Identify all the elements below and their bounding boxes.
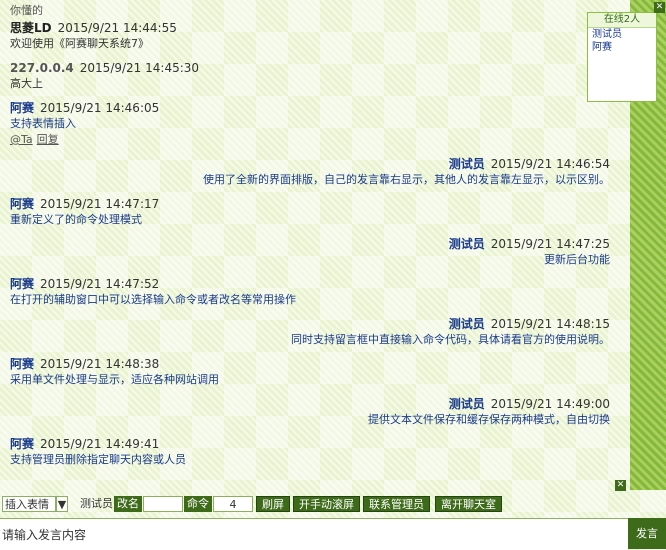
sender-name[interactable]: 测试员 bbox=[449, 157, 485, 171]
sender-name[interactable]: 阿赛 bbox=[10, 101, 34, 115]
message-time: 2015/9/21 14:48:15 bbox=[490, 317, 610, 331]
message-actions: @Ta 回复 bbox=[10, 132, 620, 148]
leave-room-button[interactable]: 离开聊天室 bbox=[435, 496, 502, 512]
send-button[interactable]: 发言 bbox=[628, 518, 666, 549]
message-text: 欢迎使用《阿赛聊天系统7》 bbox=[10, 37, 149, 50]
rename-input[interactable] bbox=[143, 496, 183, 512]
command-label: 命令 bbox=[184, 496, 212, 512]
message-time: 2015/9/21 14:47:25 bbox=[490, 237, 610, 251]
message-text: 采用单文件处理与显示，适应各种网站调用 bbox=[10, 373, 219, 386]
message-header: 阿赛 2015/9/21 14:47:17 bbox=[10, 196, 620, 212]
close-icon[interactable]: ✕ bbox=[615, 480, 626, 491]
chat-message: 227.0.0.4 2015/9/21 14:45:30 高大上 bbox=[0, 58, 630, 98]
chat-message: 测试员 2015/9/21 14:48:15 同时支持留言框中直接输入命令代码，具体… bbox=[0, 314, 630, 354]
rename-label: 改名 bbox=[114, 496, 142, 512]
message-header: 测试员 2015/9/21 14:48:15 bbox=[10, 316, 610, 332]
contact-admin-button[interactable]: 联系管理员 bbox=[363, 496, 430, 512]
sender-name[interactable]: 测试员 bbox=[449, 237, 485, 251]
message-header: 思菱LD 2015/9/21 14:44:55 bbox=[10, 20, 620, 36]
chat-message: 阿赛 2015/9/21 14:46:05 支持表情插入 @Ta 回复 bbox=[0, 98, 630, 154]
chat-message: 阿赛 2015/9/21 14:49:41 支持管理员删除指定聊天内容或人员 bbox=[0, 434, 630, 474]
top-bar: 你懂的 bbox=[0, 0, 626, 18]
message-text: 重新定义了的命令处理模式 bbox=[10, 213, 142, 226]
command-input[interactable]: 4 bbox=[213, 496, 253, 512]
sender-name[interactable]: 阿赛 bbox=[10, 277, 34, 291]
message-time: 2015/9/21 14:46:54 bbox=[490, 157, 610, 171]
message-text: 使用了全新的界面排版，自己的发言靠右显示，其他人的发言靠左显示，以示区别。 bbox=[203, 173, 610, 186]
message-text: 同时支持留言框中直接输入命令代码，具体请看官方的使用说明。 bbox=[291, 333, 610, 346]
refresh-button[interactable]: 刷屏 bbox=[256, 496, 290, 512]
message-list[interactable]: 思菱LD 2015/9/21 14:44:55 欢迎使用《阿赛聊天系统7》 227.0… bbox=[0, 18, 630, 490]
chat-message: 阿赛 2015/9/21 14:48:38 采用单文件处理与显示，适应各种网站调用 bbox=[0, 354, 630, 394]
message-header: 阿赛 2015/9/21 14:47:52 bbox=[10, 276, 620, 292]
online-user-item[interactable]: 阿赛 bbox=[588, 41, 656, 54]
message-header: 阿赛 2015/9/21 14:46:05 bbox=[10, 100, 620, 116]
chat-message: 阿赛 2015/9/21 14:47:17 重新定义了的命令处理模式 bbox=[0, 194, 630, 234]
message-time: 2015/9/21 14:48:38 bbox=[40, 357, 160, 371]
emoji-select[interactable]: 插入表情 bbox=[2, 496, 56, 512]
message-text: 高大上 bbox=[10, 77, 43, 90]
message-header: 227.0.0.4 2015/9/21 14:45:30 bbox=[10, 60, 620, 76]
chat-message: 测试员 2015/9/21 14:46:54 使用了全新的界面排版，自己的发言靠右显… bbox=[0, 154, 630, 194]
message-header: 测试员 2015/9/21 14:46:54 bbox=[10, 156, 610, 172]
online-user-item[interactable]: 测试员 bbox=[588, 28, 656, 41]
chat-message: 测试员 2015/9/21 14:49:00 提供文本文件保存和缓存保存两种模式，自… bbox=[0, 394, 630, 434]
chat-message: 思菱LD 2015/9/21 14:44:55 欢迎使用《阿赛聊天系统7》 bbox=[0, 18, 630, 58]
sender-name[interactable]: 阿赛 bbox=[10, 437, 34, 451]
message-time: 2015/9/21 14:46:05 bbox=[40, 101, 160, 115]
message-header: 阿赛 2015/9/21 14:48:38 bbox=[10, 356, 620, 372]
sender-name[interactable]: 阿赛 bbox=[10, 357, 34, 371]
sender-name[interactable]: 测试员 bbox=[449, 397, 485, 411]
reply-link[interactable]: 回复 bbox=[37, 133, 59, 146]
message-header: 测试员 2015/9/21 14:47:25 bbox=[10, 236, 610, 252]
message-time: 2015/9/21 14:44:55 bbox=[57, 21, 177, 35]
sender-name[interactable]: 测试员 bbox=[449, 317, 485, 331]
manual-scroll-button[interactable]: 开手动滚屏 bbox=[293, 496, 360, 512]
toolbar: 插入表情 ▼ 测试员 改名 命令 4 刷屏 开手动滚屏 联系管理员 离开聊天室 bbox=[0, 493, 630, 515]
message-time: 2015/9/21 14:49:00 bbox=[490, 397, 610, 411]
close-icon[interactable]: ✕ bbox=[654, 2, 665, 13]
message-text: 在打开的辅助窗口中可以选择输入命令或者改名等常用操作 bbox=[10, 293, 296, 306]
message-time: 2015/9/21 14:47:52 bbox=[40, 277, 160, 291]
message-time: 2015/9/21 14:47:17 bbox=[40, 197, 160, 211]
message-header: 阿赛 2015/9/21 14:49:41 bbox=[10, 436, 620, 452]
message-text: 支持管理员删除指定聊天内容或人员 bbox=[10, 453, 186, 466]
chevron-down-icon[interactable]: ▼ bbox=[56, 496, 68, 512]
top-label: 你懂的 bbox=[10, 4, 43, 17]
message-text: 支持表情插入 bbox=[10, 117, 76, 130]
mention-link[interactable]: @Ta bbox=[10, 133, 33, 146]
sender-name[interactable]: 阿赛 bbox=[10, 197, 34, 211]
current-user-name: 测试员 bbox=[80, 497, 113, 510]
message-time: 2015/9/21 14:45:30 bbox=[79, 61, 200, 75]
message-header: 测试员 2015/9/21 14:49:00 bbox=[10, 396, 610, 412]
chat-message: 阿赛 2015/9/21 14:47:52 在打开的辅助窗口中可以选择输入命令或者改… bbox=[0, 274, 630, 314]
message-time: 2015/9/21 14:49:41 bbox=[40, 437, 160, 451]
message-text: 提供文本文件保存和缓存保存两种模式，自由切换 bbox=[368, 413, 610, 426]
input-placeholder: 请输入发言内容 bbox=[2, 528, 87, 542]
online-count: 在线2人 bbox=[588, 13, 656, 28]
online-users-panel: 在线2人 测试员 阿赛 bbox=[587, 12, 657, 102]
sender-name[interactable]: 思菱LD bbox=[10, 21, 52, 35]
message-input[interactable]: 请输入发言内容 bbox=[0, 518, 628, 550]
chat-message: 测试员 2015/9/21 14:47:25 更新后台功能 bbox=[0, 234, 630, 274]
sender-name[interactable]: 227.0.0.4 bbox=[10, 61, 74, 75]
message-text: 更新后台功能 bbox=[544, 253, 610, 266]
